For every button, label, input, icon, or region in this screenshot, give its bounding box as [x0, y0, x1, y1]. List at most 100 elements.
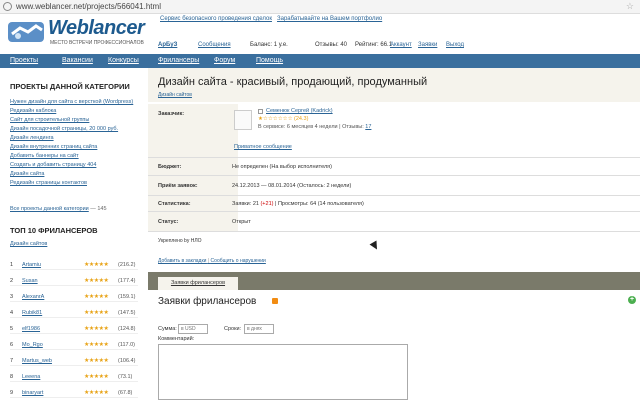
- add-bookmark-link[interactable]: Добавить в закладки: [158, 258, 206, 264]
- term-input[interactable]: [244, 324, 274, 334]
- rating-score: (117.0): [118, 342, 136, 348]
- freelancer-link[interactable]: elf1986: [22, 324, 40, 334]
- dates-row: Приём заявок: 24.12.2013 — 08.01.2014 (О…: [148, 176, 640, 196]
- rank-number: 9: [10, 390, 14, 396]
- nav-forum[interactable]: Форум: [214, 54, 235, 68]
- sum-label: Сумма:: [158, 326, 177, 332]
- sidebar: ПРОЕКТЫ ДАННОЙ КАТЕГОРИИ Нужен дизайн дл…: [0, 76, 145, 400]
- messages-link[interactable]: Сообщения: [198, 39, 231, 51]
- customer-name-link[interactable]: Семенюк Сергей (Kadrick): [266, 108, 333, 114]
- portfolio-link[interactable]: Зарабатывайте на Вашем портфолио: [277, 16, 382, 22]
- rank-number: 1: [10, 262, 14, 268]
- category-project-link[interactable]: Редизайн страницы контактов: [10, 180, 87, 186]
- dates-value: 24.12.2013 — 08.01.2014 (Осталось: 2 нед…: [232, 183, 352, 189]
- logo-text: Weblancer: [48, 17, 145, 39]
- safe-deal-link[interactable]: Сервис безопасного проведения сделок: [160, 16, 272, 22]
- report-link[interactable]: Сообщить о нарушении: [211, 258, 266, 264]
- top-category-link[interactable]: Дизайн сайтов: [10, 241, 47, 247]
- freelancer-row: 5 elf1986 ★★★★★ (124.8): [10, 324, 138, 334]
- freelancer-row: 1 Artamiu ★★★★★ (216.2): [10, 260, 138, 270]
- account-link[interactable]: Аккаунт: [390, 39, 412, 51]
- nav-freelancers[interactable]: Фрилансеры: [158, 54, 199, 68]
- nav-projects[interactable]: Проекты: [10, 54, 38, 68]
- rating-score: (124.8): [118, 326, 136, 332]
- rank-number: 3: [10, 294, 14, 300]
- rating-stars: ★★★★★: [84, 262, 109, 268]
- category-project-link[interactable]: Дизайн лендинга: [10, 135, 54, 141]
- address-bar[interactable]: www.weblancer.net/projects/566041.html ☆: [0, 0, 640, 14]
- rating-score: (159.1): [118, 294, 136, 300]
- freelancer-row: 4 Rubik81 ★★★★★ (147.5): [10, 308, 138, 318]
- customer-avatar[interactable]: [234, 110, 252, 130]
- rating-score: (106.4): [118, 358, 136, 364]
- category-project-link[interactable]: Дизайн внутренних страниц сайта: [10, 144, 97, 150]
- all-projects-count: — 145: [90, 206, 107, 212]
- bids-title: Заявки фрилансеров: [158, 296, 257, 307]
- handshake-logo-icon: [8, 22, 44, 42]
- freelancer-link[interactable]: binaryart: [22, 388, 43, 398]
- customer-meta-text: В сервисе: 6 месяцев 4 недели | Отзывы:: [258, 124, 364, 130]
- rating-stars: ★★★★★: [84, 390, 109, 396]
- customer-meta: В сервисе: 6 месяцев 4 недели | Отзывы: …: [258, 124, 371, 130]
- rank-number: 6: [10, 342, 14, 348]
- logout-link[interactable]: Выход: [446, 39, 464, 51]
- site-logo[interactable]: Weblancer место встречи профессионалов: [6, 16, 145, 50]
- freelancer-row: 3 AlexanrA ★★★★★ (159.1): [10, 292, 138, 302]
- sum-input[interactable]: [178, 324, 208, 334]
- user-bar: АрБуЗ Сообщения Баланс: 1 у.е. Отзывы: 4…: [150, 39, 640, 51]
- rating-stars: ★★★★★: [84, 310, 109, 316]
- bookmark-star-icon[interactable]: ☆: [626, 0, 634, 13]
- all-projects-link[interactable]: Все проекты данной категории: [10, 206, 89, 212]
- category-project-link[interactable]: Создать и добавить страницу 404: [10, 162, 96, 168]
- comment-textarea[interactable]: [158, 344, 408, 400]
- stats-value: Заявки: 21 (+21) | Просмотры: 64 (14 пол…: [232, 201, 364, 207]
- balance-text: Баланс: 1 у.е.: [250, 42, 288, 48]
- category-project-link[interactable]: Сайт для строительной группы: [10, 117, 89, 123]
- freelancer-link[interactable]: Mo_Rgo: [22, 340, 43, 350]
- uploaded-note: Укреплено by НЛО: [158, 238, 202, 244]
- freelancer-link[interactable]: Artamiu: [22, 260, 41, 270]
- project-actions: Добавить в закладки | Сообщить о нарушен…: [158, 258, 266, 264]
- budget-label: Бюджет:: [148, 158, 238, 175]
- rating-score: (177.4): [118, 278, 136, 284]
- category-project-link[interactable]: Добавить баннеры на сайт: [10, 153, 79, 159]
- category-project-link[interactable]: Редизайн каблока: [10, 108, 56, 114]
- category-project-link[interactable]: Нужен дизайн для сайта с версткой (Wordp…: [10, 99, 133, 105]
- category-project-link[interactable]: Дизайн посадочной страницы, 20 000 руб.: [10, 126, 118, 132]
- freelancer-link[interactable]: Susan: [22, 276, 38, 286]
- reviews-count: Отзывы: 40: [315, 42, 347, 48]
- customer-reviews-link[interactable]: 17: [365, 124, 371, 130]
- requests-link[interactable]: Заявки: [418, 39, 437, 51]
- username-link[interactable]: АрБуЗ: [158, 39, 177, 51]
- freelancer-link[interactable]: Leeena: [22, 372, 40, 382]
- freelancer-link[interactable]: Martus_web: [22, 356, 52, 366]
- project-title-area: Дизайн сайта - красивый, продающий, прод…: [148, 68, 640, 102]
- nav-help[interactable]: Помощь: [256, 54, 283, 68]
- tab-freelancer-bids[interactable]: Заявки фрилансеров: [158, 277, 238, 290]
- url-text[interactable]: www.weblancer.net/projects/566041.html: [16, 0, 161, 13]
- category-projects-heading: ПРОЕКТЫ ДАННОЙ КАТЕГОРИИ: [10, 82, 130, 91]
- category-project-link[interactable]: Дизайн сайта: [10, 171, 44, 177]
- site-header: Weblancer место встречи профессионалов С…: [0, 14, 640, 54]
- stats-label: Статистика:: [148, 196, 238, 211]
- rating-stars: ★★★★★: [84, 294, 109, 300]
- term-label: Сроки:: [224, 326, 242, 332]
- nav-contests[interactable]: Конкурсы: [108, 54, 139, 68]
- bids-tabbar: Заявки фрилансеров: [148, 272, 640, 290]
- freelancer-link[interactable]: Rubik81: [22, 308, 42, 318]
- project-main: Дизайн сайта - красивый, продающий, прод…: [148, 68, 640, 400]
- project-category-link[interactable]: Дизайн сайтов: [158, 92, 192, 98]
- nav-vacancies[interactable]: Вакансии: [62, 54, 93, 68]
- budget-row: Бюджет: Не определен (На выбор исполните…: [148, 158, 640, 176]
- private-message-link[interactable]: Приватное сообщение: [234, 144, 292, 150]
- freelancer-row: 8 Leeena ★★★★★ (73.1): [10, 372, 138, 382]
- add-bid-icon[interactable]: +: [628, 296, 636, 304]
- rank-number: 7: [10, 358, 14, 364]
- budget-value: Не определен (На выбор исполнителя): [232, 164, 332, 170]
- status-row: Статус: Открыт: [148, 212, 640, 232]
- rating-score: (147.5): [118, 310, 136, 316]
- status-value: Открыт: [232, 219, 251, 225]
- stats-requests: Заявки: 21: [232, 201, 259, 207]
- rss-icon[interactable]: [272, 298, 278, 304]
- freelancer-link[interactable]: AlexanrA: [22, 292, 44, 302]
